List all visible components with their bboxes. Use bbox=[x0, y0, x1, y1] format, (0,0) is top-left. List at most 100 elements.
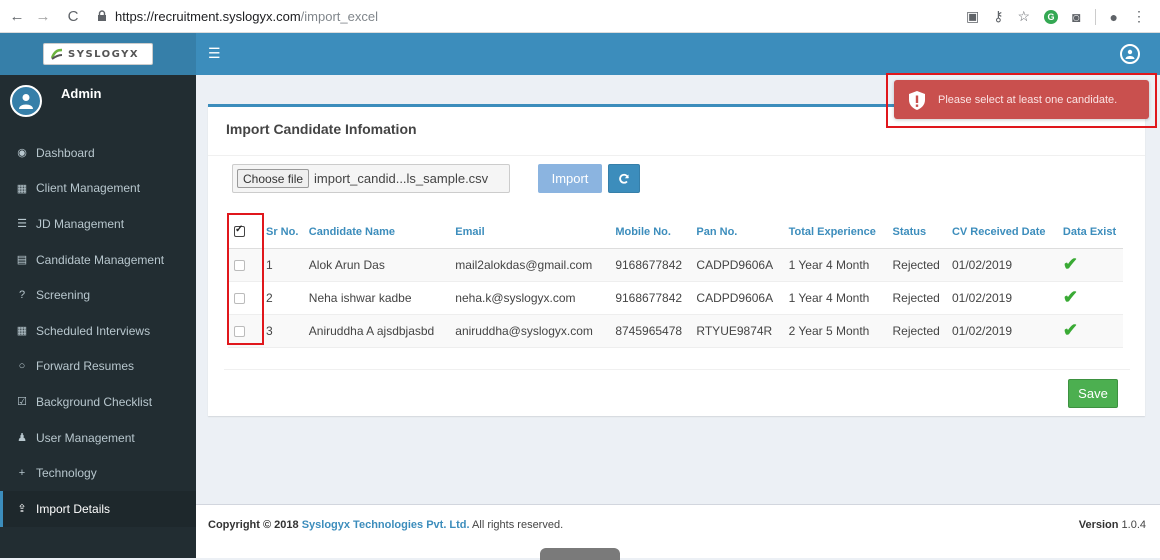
plus-icon: + bbox=[18, 467, 26, 480]
logo-text: SYSLOGYX bbox=[68, 48, 140, 60]
sidebar-item-label: Dashboard bbox=[36, 145, 95, 160]
checkbox-column-highlight-box bbox=[227, 213, 264, 345]
cast-icon[interactable]: ▣ bbox=[966, 8, 979, 25]
experience-cell: 1 Year 4 Month bbox=[782, 281, 887, 315]
circle-icon: ○ bbox=[18, 360, 26, 373]
key-icon[interactable]: ⚷ bbox=[993, 8, 1003, 25]
email-cell: aniruddha@syslogyx.com bbox=[449, 314, 610, 348]
sidebar-item-label: Background Checklist bbox=[36, 394, 153, 409]
logo-mark-icon bbox=[50, 48, 63, 60]
data-exist-icon: ✔ bbox=[1056, 248, 1123, 282]
file-input[interactable]: Choose file import_candid...ls_sample.cs… bbox=[232, 164, 510, 193]
more-icon[interactable]: ⋮ bbox=[1132, 8, 1146, 25]
user-panel: Admin bbox=[0, 75, 196, 135]
alert-highlight-box bbox=[886, 73, 1157, 128]
col-cv-date: CV Received Date bbox=[945, 216, 1057, 249]
camera-icon[interactable]: ◙ bbox=[1072, 9, 1080, 25]
sidebar-item-label: Screening bbox=[36, 288, 91, 303]
sidebar-item-candidate-management[interactable]: ▤ Candidate Management bbox=[0, 242, 196, 278]
sidebar-item-label: Technology bbox=[36, 466, 97, 481]
page-footer: Copyright © 2018 Syslogyx Technologies P… bbox=[196, 504, 1160, 558]
pan-cell: RTYUE9874R bbox=[690, 314, 783, 348]
sidebar-menu: ◉ Dashboard ▦ Client Management ☰ JD Manageme… bbox=[0, 135, 196, 527]
dashboard-icon: ◉ bbox=[17, 147, 27, 160]
col-status: Status bbox=[886, 216, 946, 249]
cv-date-cell: 01/02/2019 bbox=[945, 314, 1057, 348]
avatar bbox=[10, 85, 42, 117]
import-button[interactable]: Import bbox=[538, 164, 602, 193]
version-label: Version bbox=[1078, 519, 1119, 531]
profile-icon[interactable]: ● bbox=[1110, 9, 1118, 25]
col-candidate-name: Candidate Name bbox=[302, 216, 450, 249]
sidebar-item-client-management[interactable]: ▦ Client Management bbox=[0, 171, 196, 207]
logo[interactable]: SYSLOGYX bbox=[43, 43, 153, 65]
user-menu-icon[interactable] bbox=[1120, 44, 1140, 64]
user-glyph-icon bbox=[1125, 49, 1135, 59]
candidate-name-cell: Alok Arun Das bbox=[302, 248, 450, 282]
list-icon: ☰ bbox=[17, 218, 27, 231]
sidebar-item-label: Scheduled Interviews bbox=[36, 323, 151, 338]
choose-file-button[interactable]: Choose file bbox=[237, 169, 310, 188]
sr-no-cell: 2 bbox=[260, 281, 303, 315]
sidebar-item-import-details[interactable]: ⇪ Import Details bbox=[0, 490, 196, 527]
sr-no-cell: 1 bbox=[260, 248, 303, 282]
user-plus-icon: ♟ bbox=[17, 432, 27, 445]
status-cell: Rejected bbox=[886, 281, 946, 315]
experience-cell: 1 Year 4 Month bbox=[782, 248, 887, 282]
checkbox-icon: ☑ bbox=[17, 396, 27, 409]
candidate-name-cell: Aniruddha A ajsdbjasbd bbox=[302, 314, 450, 348]
file-icon: ▤ bbox=[16, 254, 28, 267]
mobile-cell: 8745965478 bbox=[609, 314, 691, 348]
reload-icon[interactable]: C bbox=[62, 5, 84, 27]
mobile-cell: 9168677842 bbox=[609, 248, 691, 282]
address-bar[interactable]: https://recruitment.syslogyx.com/import_… bbox=[96, 9, 378, 24]
sidebar-item-background-checklist[interactable]: ☑ Background Checklist bbox=[0, 384, 196, 420]
sidebar-item-label: User Management bbox=[36, 430, 135, 445]
pan-cell: CADPD9606A bbox=[690, 281, 783, 315]
sidebar-item-forward-resumes[interactable]: ○ Forward Resumes bbox=[0, 349, 196, 385]
sidebar-item-label: Candidate Management bbox=[36, 252, 165, 267]
email-cell: mail2alokdas@gmail.com bbox=[449, 248, 610, 282]
top-header: ☰ bbox=[196, 33, 1160, 75]
rights-text: All rights reserved. bbox=[472, 519, 564, 531]
sidebar-item-label: Import Details bbox=[36, 501, 111, 516]
version-value: 1.0.4 bbox=[1121, 519, 1146, 531]
sidebar-item-technology[interactable]: + Technology bbox=[0, 455, 196, 491]
table-header-row: Sr No. Candidate Name Email Mobile No. P… bbox=[228, 216, 1123, 249]
logo-bar: SYSLOGYX bbox=[0, 33, 196, 75]
col-sr-no: Sr No. bbox=[260, 216, 303, 249]
data-exist-icon: ✔ bbox=[1056, 281, 1123, 315]
col-experience: Total Experience bbox=[782, 216, 887, 249]
bottom-tab-handle bbox=[540, 548, 620, 560]
sidebar-item-dashboard[interactable]: ◉ Dashboard bbox=[0, 135, 196, 171]
candidate-table: Sr No. Candidate Name Email Mobile No. P… bbox=[228, 216, 1123, 348]
sidebar-item-scheduled-interviews[interactable]: ▦ Scheduled Interviews bbox=[0, 313, 196, 349]
email-cell: neha.k@syslogyx.com bbox=[449, 281, 610, 315]
copyright: Copyright © 2018 Syslogyx Technologies P… bbox=[208, 519, 563, 531]
url-host: https://recruitment.syslogyx.com bbox=[115, 8, 301, 24]
sidebar-item-screening[interactable]: ? Screening bbox=[0, 277, 196, 313]
star-icon[interactable]: ☆ bbox=[1018, 8, 1031, 25]
forward-arrow-icon[interactable]: → bbox=[32, 5, 54, 27]
sidebar-item-user-management[interactable]: ♟ User Management bbox=[0, 420, 196, 456]
browser-toolbar: ← → C https://recruitment.syslogyx.com/i… bbox=[0, 0, 1160, 33]
url-path: /import_excel bbox=[300, 8, 378, 24]
status-cell: Rejected bbox=[886, 314, 946, 348]
sidebar-item-jd-management[interactable]: ☰ JD Management bbox=[0, 206, 196, 242]
pan-cell: CADPD9606A bbox=[690, 248, 783, 282]
col-mobile: Mobile No. bbox=[609, 216, 691, 249]
save-button[interactable]: Save bbox=[1068, 379, 1118, 408]
hamburger-menu-icon[interactable]: ☰ bbox=[208, 45, 221, 62]
toolbar-separator bbox=[1094, 8, 1096, 25]
user-avatar-icon bbox=[19, 94, 33, 109]
data-exist-icon: ✔ bbox=[1056, 314, 1123, 348]
back-arrow-icon[interactable]: ← bbox=[6, 5, 28, 27]
refresh-icon bbox=[619, 173, 629, 184]
company-link[interactable]: Syslogyx Technologies Pvt. Ltd. bbox=[302, 519, 470, 531]
copyright-prefix: Copyright © 2018 bbox=[208, 519, 299, 531]
upload-icon: ⇪ bbox=[17, 503, 27, 516]
bank-icon: ▦ bbox=[16, 182, 28, 195]
candidate-name-cell: Neha ishwar kadbe bbox=[302, 281, 450, 315]
grammarly-icon[interactable]: G bbox=[1044, 9, 1059, 24]
refresh-button[interactable] bbox=[608, 164, 640, 193]
